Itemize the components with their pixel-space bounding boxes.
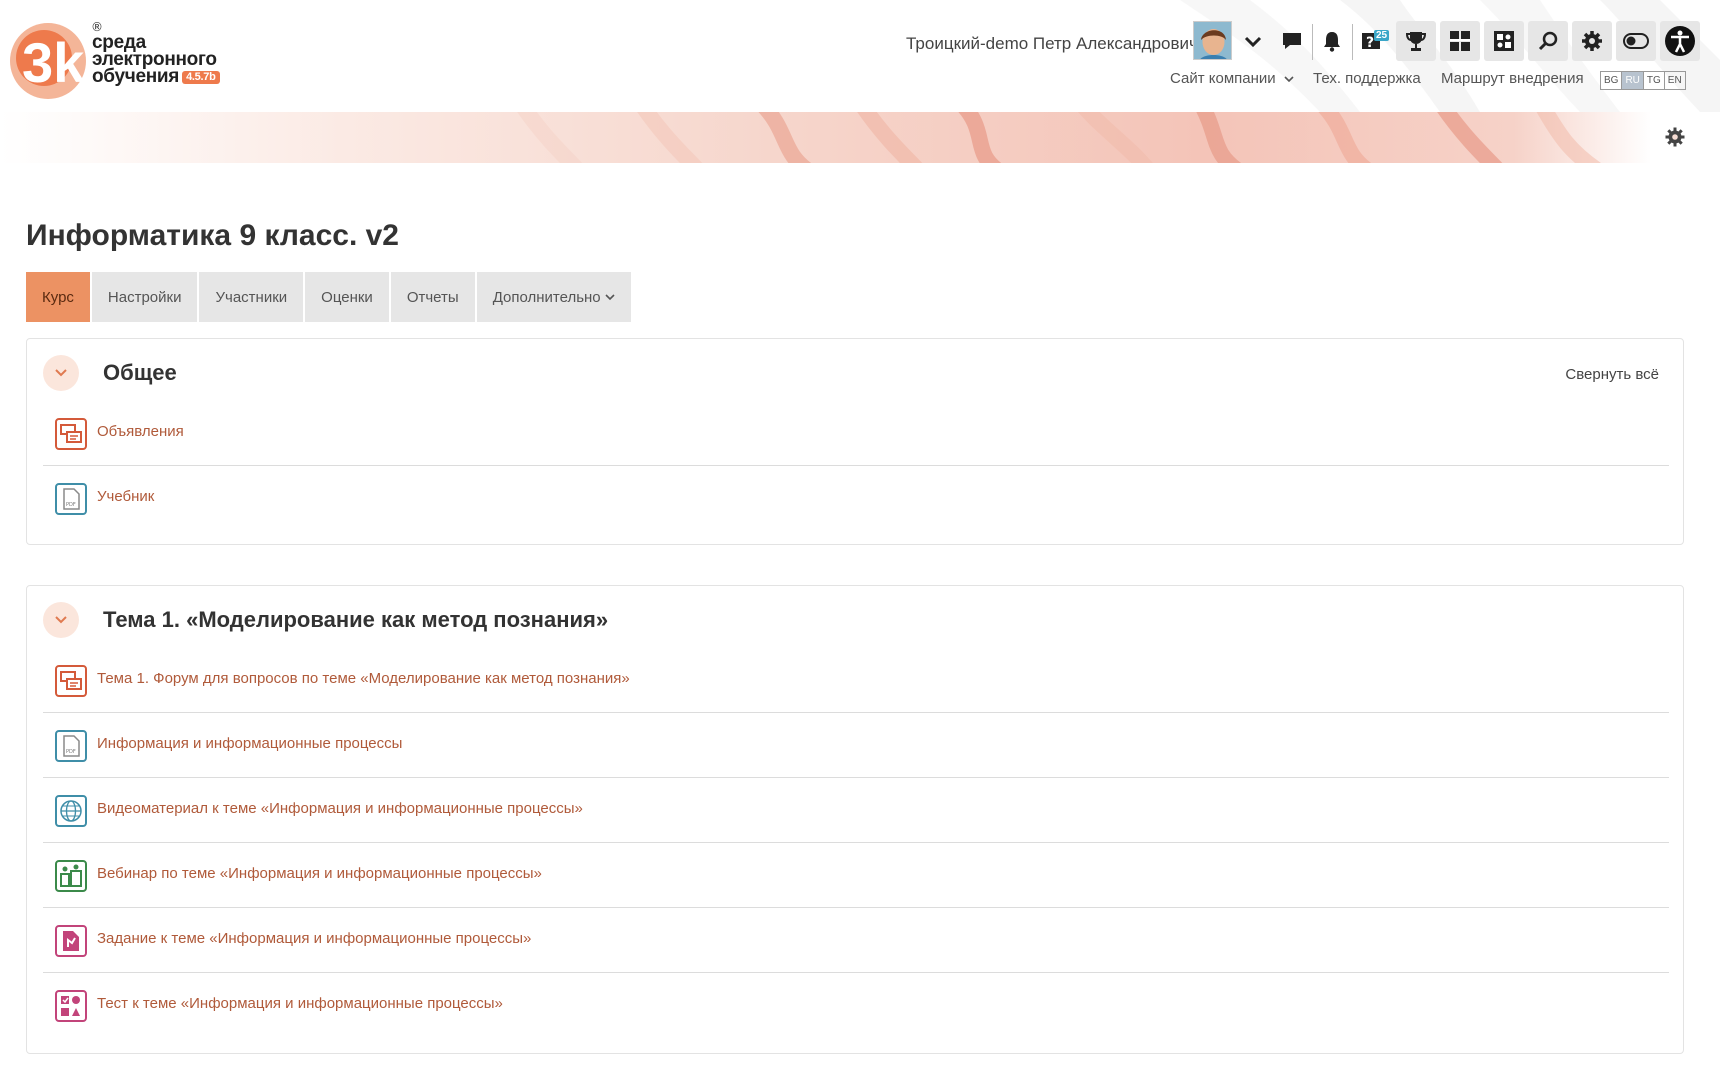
tab-more[interactable]: Дополнительно xyxy=(476,272,631,322)
pdf-file-icon: PDF xyxy=(55,730,87,762)
search-icon xyxy=(1538,31,1558,51)
top-navbar: 3k ® среда электронного обучения 4.5.7b Т… xyxy=(0,0,1720,112)
chevron-down-icon xyxy=(605,294,615,301)
site-logo[interactable]: 3k ® среда электронного обучения 4.5.7b xyxy=(8,16,238,106)
language-switcher: BG RU TG EN xyxy=(1600,71,1686,90)
pdf-file-icon: PDF xyxy=(55,483,87,515)
logo-version: 4.5.7b xyxy=(182,71,220,84)
bell-icon xyxy=(1324,32,1340,52)
notifications-button[interactable] xyxy=(1312,21,1352,61)
messages-button[interactable] xyxy=(1272,21,1312,61)
dashboard-icon xyxy=(1450,31,1470,51)
chevron-down-icon xyxy=(55,616,67,624)
course-banner xyxy=(0,112,1720,163)
activity-item[interactable]: Тест к теме «Информация и информационные… xyxy=(43,973,1669,1038)
section-general: Общее Свернуть всё Объявления PDF Учебни… xyxy=(26,338,1684,545)
svg-text:PDF: PDF xyxy=(66,502,76,508)
activity-item[interactable]: Видеоматериал к теме «Информация и инфор… xyxy=(43,778,1669,843)
logo-text: среда электронного обучения 4.5.7b xyxy=(92,33,220,86)
activity-link[interactable]: Тест к теме «Информация и информационные… xyxy=(97,995,503,1012)
activity-link[interactable]: Вебинар по теме «Информация и информацио… xyxy=(97,865,542,882)
accessibility-button[interactable] xyxy=(1660,21,1700,61)
activity-item[interactable]: Объявления xyxy=(43,401,1669,466)
logo-3k-icon: 3k xyxy=(10,23,86,99)
activity-item[interactable]: Вебинар по теме «Информация и информацио… xyxy=(43,843,1669,908)
avatar-image xyxy=(1194,22,1231,59)
theme-toggle-button[interactable] xyxy=(1616,21,1656,61)
questions-button[interactable]: ? xyxy=(1352,21,1392,61)
activity-item[interactable]: Задание к теме «Информация и информацион… xyxy=(43,908,1669,973)
questions-count-badge: 25 xyxy=(1374,30,1390,41)
tab-settings[interactable]: Настройки xyxy=(91,272,198,322)
activity-item[interactable]: Тема 1. Форум для вопросов по теме «Моде… xyxy=(43,648,1669,713)
lang-bg[interactable]: BG xyxy=(1601,72,1623,89)
activity-item[interactable]: PDF Информация и информационные процессы xyxy=(43,713,1669,778)
achievements-button[interactable] xyxy=(1396,21,1436,61)
gear-icon xyxy=(1582,31,1602,51)
section-collapse-toggle[interactable] xyxy=(43,602,79,638)
avatar[interactable] xyxy=(1193,21,1232,60)
tab-course[interactable]: Курс xyxy=(26,272,90,322)
toggle-icon xyxy=(1623,33,1649,49)
lang-ru[interactable]: RU xyxy=(1622,72,1644,89)
lang-en[interactable]: EN xyxy=(1665,72,1685,89)
chevron-down-icon xyxy=(55,369,67,377)
search-button[interactable] xyxy=(1528,21,1568,61)
tab-reports[interactable]: Отчеты xyxy=(390,272,475,322)
gear-icon xyxy=(1665,127,1685,147)
course-tabs: Курс Настройки Участники Оценки Отчеты Д… xyxy=(26,272,633,322)
activity-link[interactable]: Задание к теме «Информация и информацион… xyxy=(97,930,531,947)
user-full-name[interactable]: Троицкий-demo Петр Александрович xyxy=(906,34,1198,54)
section-topic-1: Тема 1. «Моделирование как метод познани… xyxy=(26,585,1684,1054)
chevron-down-icon xyxy=(1244,36,1262,48)
globe-icon xyxy=(55,795,87,827)
activity-link[interactable]: Объявления xyxy=(97,423,184,440)
svg-text:PDF: PDF xyxy=(66,749,76,755)
chat-icon xyxy=(1283,33,1301,49)
lang-tg[interactable]: TG xyxy=(1644,72,1665,89)
implementation-route-link[interactable]: Маршрут внедрения xyxy=(1441,70,1584,87)
svg-text:3k: 3k xyxy=(22,31,85,94)
activity-link[interactable]: Информация и информационные процессы xyxy=(97,735,402,752)
section-collapse-toggle[interactable] xyxy=(43,355,79,391)
activity-link[interactable]: Учебник xyxy=(97,488,154,505)
support-link[interactable]: Тех. поддержка xyxy=(1313,70,1421,87)
webinar-icon xyxy=(55,860,87,892)
catalog-button[interactable] xyxy=(1484,21,1524,61)
user-menu-toggle[interactable] xyxy=(1238,26,1268,58)
section-title: Тема 1. «Моделирование как метод познани… xyxy=(103,607,609,632)
accessibility-icon xyxy=(1665,26,1695,56)
activity-link[interactable]: Видеоматериал к теме «Информация и инфор… xyxy=(97,800,583,817)
assignment-icon xyxy=(55,925,87,957)
collapse-all-link[interactable]: Свернуть всё xyxy=(1565,366,1659,383)
tab-grades[interactable]: Оценки xyxy=(305,272,389,322)
chevron-down-icon xyxy=(1284,76,1294,83)
forum-icon xyxy=(55,665,87,697)
activity-link[interactable]: Тема 1. Форум для вопросов по теме «Моде… xyxy=(97,670,630,687)
settings-button[interactable] xyxy=(1572,21,1612,61)
banner-pattern xyxy=(517,112,1602,163)
forum-icon xyxy=(55,418,87,450)
puzzle-icon xyxy=(1494,31,1514,51)
dashboard-button[interactable] xyxy=(1440,21,1480,61)
section-title: Общее xyxy=(103,360,177,385)
svg-text:?: ? xyxy=(1366,35,1374,51)
tab-participants[interactable]: Участники xyxy=(199,272,304,322)
company-site-menu[interactable]: Сайт компании xyxy=(1170,70,1294,87)
trophy-icon xyxy=(1405,32,1427,51)
quiz-icon xyxy=(55,990,87,1022)
activity-item[interactable]: PDF Учебник xyxy=(43,466,1669,531)
page-title: Информатика 9 класс. v2 xyxy=(26,219,399,252)
course-settings-button[interactable] xyxy=(1664,126,1686,148)
